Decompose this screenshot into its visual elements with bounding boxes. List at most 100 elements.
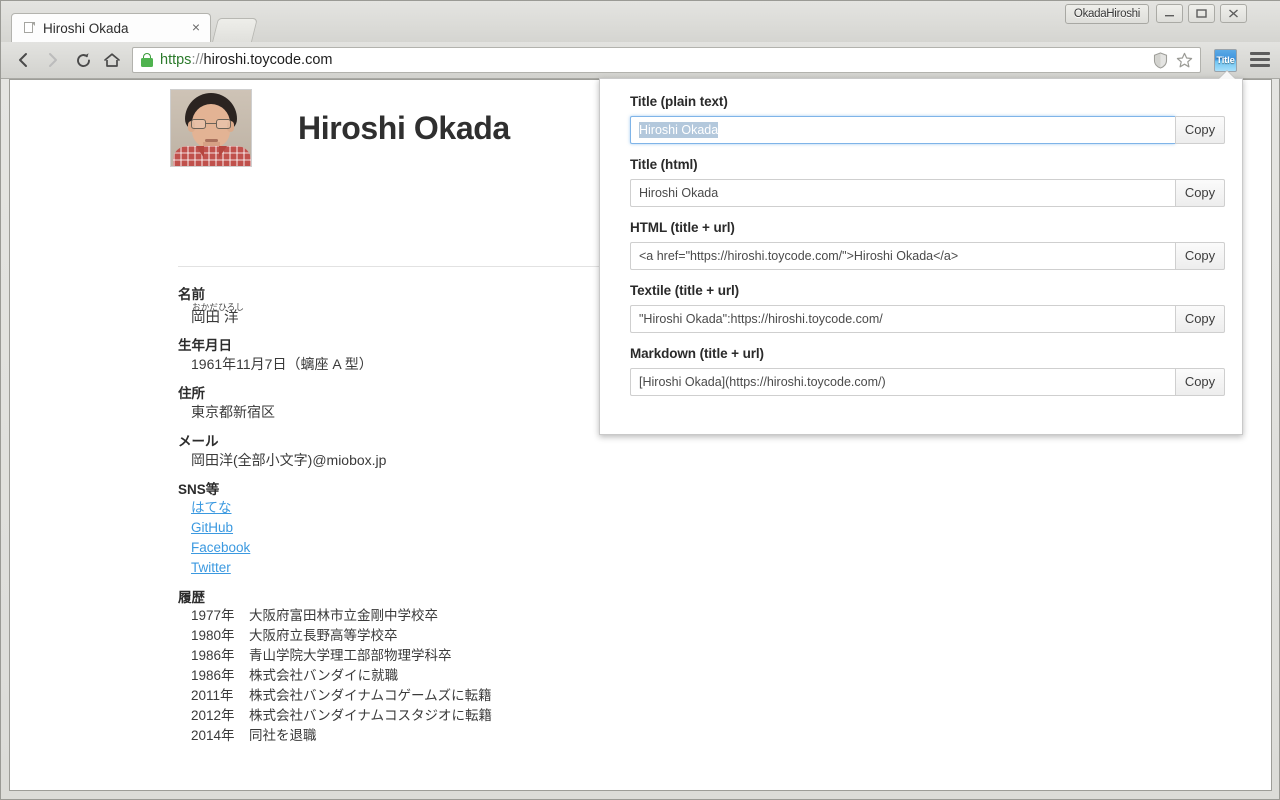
history-row: 1977年 大阪府富田林市立金剛中学校卒 — [178, 606, 678, 626]
back-button[interactable] — [10, 48, 36, 72]
html-link-input[interactable]: <a href="https://hiroshi.toycode.com/">H… — [630, 242, 1175, 270]
hamburger-line — [1250, 58, 1270, 61]
sns-link-facebook[interactable]: Facebook — [191, 538, 678, 558]
page-favicon-icon — [22, 20, 36, 36]
browser-toolbar: https://hiroshi.toycode.com Title — [1, 42, 1280, 79]
popup-field-row: Hiroshi Okada Copy — [630, 179, 1225, 207]
popup-field-row: <a href="https://hiroshi.toycode.com/">H… — [630, 242, 1225, 270]
popup-field-row: "Hiroshi Okada":https://hiroshi.toycode.… — [630, 305, 1225, 333]
popup-field-label: Textile (title + url) — [630, 283, 740, 298]
window-maximize-button[interactable] — [1188, 4, 1215, 23]
reload-button[interactable] — [70, 48, 96, 72]
field-history: 履歴 1977年 大阪府富田林市立金剛中学校卒 1980年 大阪府立長野高等学校… — [178, 589, 678, 746]
history-text: 同社を退職 — [249, 728, 317, 744]
profile-header: Hiroshi Okada — [170, 89, 610, 167]
hamburger-line — [1250, 52, 1270, 55]
history-text: 大阪府富田林市立金剛中学校卒 — [249, 608, 438, 624]
history-row: 1980年 大阪府立長野高等学校卒 — [178, 626, 678, 646]
browser-menu-button[interactable] — [1249, 49, 1271, 71]
header-divider — [178, 266, 610, 267]
window-title: OkadaHiroshi — [1064, 4, 1149, 24]
popup-field-row: Hiroshi Okada Copy — [630, 116, 1225, 144]
minimize-icon — [1165, 15, 1174, 17]
popup-field-html-url: HTML (title + url) <a href="https://hiro… — [630, 217, 1225, 270]
history-year: 2012年 — [191, 708, 235, 724]
title-plain-input[interactable]: Hiroshi Okada — [630, 116, 1175, 144]
close-icon — [1229, 9, 1238, 18]
tab-title: Hiroshi Okada — [43, 20, 129, 36]
popup-arrow — [1219, 71, 1235, 79]
history-row: 2012年 株式会社バンダイナムコスタジオに転籍 — [178, 706, 678, 726]
forward-arrow-icon — [49, 53, 57, 67]
popup-field-plain-text: Title (plain text) Hiroshi Okada Copy — [630, 91, 1225, 144]
field-email: メール 岡田洋(全部小文字)@miobox.jp — [178, 433, 678, 470]
selected-text: Hiroshi Okada — [639, 122, 719, 138]
popup-field-markdown: Markdown (title + url) [Hiroshi Okada](h… — [630, 343, 1225, 396]
history-year: 2011年 — [191, 688, 234, 704]
field-label: 履歴 — [178, 590, 205, 606]
lock-icon — [141, 53, 153, 67]
window-close-button[interactable] — [1220, 4, 1247, 23]
field-label: メール — [178, 434, 219, 450]
history-year: 1980年 — [191, 628, 235, 644]
field-sns: SNS等 はてな GitHub Facebook Twitter — [178, 481, 678, 578]
copy-button-plain[interactable]: Copy — [1175, 116, 1225, 144]
address-bar[interactable]: https://hiroshi.toycode.com — [132, 47, 1201, 73]
history-row: 1986年 青山学院大学理工部部物理学科卒 — [178, 646, 678, 666]
history-year: 1977年 — [191, 608, 235, 624]
history-text: 株式会社バンダイに就職 — [249, 668, 399, 684]
sns-link-twitter[interactable]: Twitter — [191, 558, 678, 578]
shield-icon[interactable] — [1148, 49, 1172, 71]
history-text: 株式会社バンダイナムコゲームズに転籍 — [249, 688, 492, 704]
title-bar: Hiroshi Okada × OkadaHiroshi — [1, 1, 1280, 42]
home-icon — [104, 53, 120, 67]
tab-close-icon[interactable]: × — [188, 20, 204, 36]
sns-link-hatena[interactable]: はてな — [191, 498, 678, 518]
popup-field-textile: Textile (title + url) "Hiroshi Okada":ht… — [630, 280, 1225, 333]
textile-link-input[interactable]: "Hiroshi Okada":https://hiroshi.toycode.… — [630, 305, 1175, 333]
popup-field-label: Title (html) — [630, 157, 698, 172]
history-text: 青山学院大学理工部部物理学科卒 — [249, 648, 452, 664]
field-value: 岡田洋(全部小文字)@miobox.jp — [191, 452, 387, 469]
field-label: SNS等 — [178, 482, 220, 498]
url-scheme: https — [160, 52, 192, 68]
history-year: 2014年 — [191, 728, 235, 744]
history-year: 1986年 — [191, 668, 235, 684]
url-host: hiroshi.toycode.com — [203, 52, 333, 68]
reload-icon — [76, 52, 90, 67]
bookmark-star-icon[interactable] — [1172, 49, 1196, 71]
profile-photo — [170, 89, 252, 167]
url-text: https://hiroshi.toycode.com — [160, 52, 1148, 68]
popup-field-label: Markdown (title + url) — [630, 346, 764, 361]
page-title: Hiroshi Okada — [298, 109, 510, 146]
back-arrow-icon — [19, 53, 27, 67]
title-extension-button[interactable]: Title — [1214, 49, 1237, 72]
history-row: 1986年 株式会社バンダイに就職 — [178, 666, 678, 686]
popup-field-label: Title (plain text) — [630, 94, 728, 109]
popup-field-html-title: Title (html) Hiroshi Okada Copy — [630, 154, 1225, 207]
browser-tab[interactable]: Hiroshi Okada × — [11, 13, 211, 42]
history-text: 株式会社バンダイナムコスタジオに転籍 — [249, 708, 492, 724]
copy-button-html-link[interactable]: Copy — [1175, 242, 1225, 270]
sns-link-github[interactable]: GitHub — [191, 518, 678, 538]
copy-button-textile[interactable]: Copy — [1175, 305, 1225, 333]
history-list: 1977年 大阪府富田林市立金剛中学校卒 1980年 大阪府立長野高等学校卒 1… — [178, 606, 678, 746]
hamburger-line — [1250, 64, 1270, 67]
home-button[interactable] — [99, 48, 125, 72]
maximize-icon — [1196, 9, 1207, 18]
window-minimize-button[interactable] — [1156, 4, 1183, 23]
new-tab-button[interactable] — [212, 18, 258, 42]
url-separator: :// — [191, 52, 204, 68]
popup-field-row: [Hiroshi Okada](https://hiroshi.toycode.… — [630, 368, 1225, 396]
browser-window: Hiroshi Okada × OkadaHiroshi https://hir… — [0, 0, 1280, 800]
history-text: 大阪府立長野高等学校卒 — [249, 628, 398, 644]
copy-button-html-title[interactable]: Copy — [1175, 179, 1225, 207]
title-extension-label: Title — [1216, 55, 1235, 66]
copy-button-markdown[interactable]: Copy — [1175, 368, 1225, 396]
history-row: 2014年 同社を退職 — [178, 726, 678, 746]
popup-field-label: HTML (title + url) — [630, 220, 735, 235]
title-extension-popup: Title (plain text) Hiroshi Okada Copy Ti… — [599, 78, 1243, 435]
sns-link-list: はてな GitHub Facebook Twitter — [178, 498, 678, 578]
title-html-input[interactable]: Hiroshi Okada — [630, 179, 1175, 207]
markdown-link-input[interactable]: [Hiroshi Okada](https://hiroshi.toycode.… — [630, 368, 1175, 396]
